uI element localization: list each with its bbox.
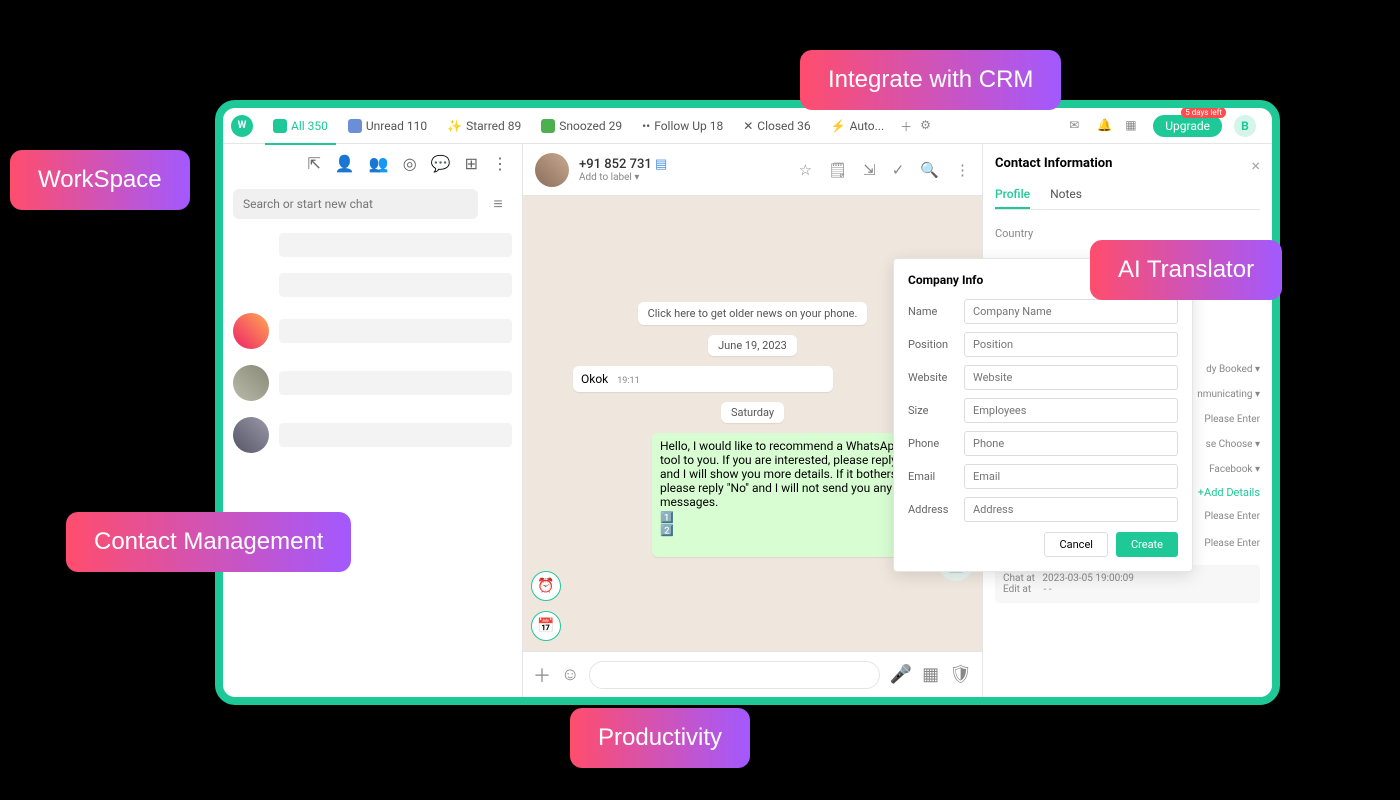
label-phone: Phone xyxy=(908,437,964,450)
chat-header: +91 852 731 ▤ Add to label ▾ ☆ 🗒 ⇲ ✓ 🔍 ⋮ xyxy=(523,144,982,196)
tab-notes[interactable]: Notes xyxy=(1050,181,1082,209)
settings-icon[interactable]: ⚙ xyxy=(920,118,936,134)
tab-all[interactable]: All 350 xyxy=(265,115,336,145)
search-icon[interactable]: 🔍 xyxy=(920,161,939,179)
message-input[interactable] xyxy=(589,661,879,689)
tab-snoozed[interactable]: Snoozed 29 xyxy=(533,115,630,137)
contact-avatar[interactable] xyxy=(535,153,569,187)
mic-icon[interactable]: 🎤 xyxy=(890,664,912,685)
composer: ＋ ☺ 🎤 ▦ 🛡 xyxy=(523,651,982,697)
input-company-name[interactable] xyxy=(964,299,1178,324)
label-position: Position xyxy=(908,338,964,351)
list-item[interactable] xyxy=(223,305,522,357)
app-logo: W xyxy=(231,115,253,137)
list-item[interactable] xyxy=(223,225,522,265)
cancel-button[interactable]: Cancel xyxy=(1044,532,1107,557)
plus-icon[interactable]: ＋ xyxy=(533,662,551,688)
open-icon[interactable]: ⇱ xyxy=(307,154,320,173)
chat-plus-icon[interactable]: 💬 xyxy=(431,154,451,173)
date-pill: June 19, 2023 xyxy=(708,335,797,356)
tab-followup[interactable]: ••Follow Up 18 xyxy=(634,115,731,137)
tab-starred[interactable]: ✨Starred 89 xyxy=(439,115,529,137)
company-info-modal: Company Info Name Position Website Size … xyxy=(893,258,1193,572)
date-pill: Saturday xyxy=(721,402,784,423)
input-size[interactable] xyxy=(964,398,1178,423)
tab-unread[interactable]: Unread 110 xyxy=(340,115,435,137)
top-tab-bar: W All 350 Unread 110 ✨Starred 89 Snoozed… xyxy=(223,108,1272,144)
input-email[interactable] xyxy=(964,464,1178,489)
filter-icon[interactable]: ≡ xyxy=(484,189,512,219)
template-icon[interactable]: ▦ xyxy=(922,664,939,685)
sidebar: ⇱ 👤 👥 ◎ 💬 ⊞ ⋮ ≡ xyxy=(223,144,523,697)
input-address[interactable] xyxy=(964,497,1178,522)
label-website: Website xyxy=(908,371,964,384)
chat-list xyxy=(223,225,522,697)
panel-title: Contact Information xyxy=(995,156,1260,171)
upgrade-badge: 5 days left xyxy=(1181,107,1226,118)
upgrade-button[interactable]: Upgrade 5 days left xyxy=(1153,115,1222,137)
more-icon[interactable]: ⋮ xyxy=(955,161,970,179)
label-size: Size xyxy=(908,404,964,417)
star-icon: ✨ xyxy=(447,119,462,133)
person-add-icon[interactable]: 👤 xyxy=(335,154,355,173)
list-item[interactable] xyxy=(223,357,522,409)
export-icon[interactable]: ⇲ xyxy=(863,161,876,179)
close-icon[interactable]: × xyxy=(1251,156,1260,175)
tab-profile[interactable]: Profile xyxy=(995,181,1030,209)
bars-icon xyxy=(273,119,287,133)
sidebar-toolbar: ⇱ 👤 👥 ◎ 💬 ⊞ ⋮ xyxy=(223,144,522,183)
unread-icon xyxy=(348,119,362,133)
label-name: Name xyxy=(908,305,964,318)
closed-icon: ✕ xyxy=(743,119,753,133)
tag-contact-management: Contact Management xyxy=(66,512,351,572)
label-address: Address xyxy=(908,503,964,516)
snooze-icon xyxy=(541,119,555,133)
emoji-icon[interactable]: ☺ xyxy=(561,664,579,685)
followup-icon: •• xyxy=(642,119,650,133)
search-input[interactable] xyxy=(233,189,478,219)
group-icon[interactable]: 👥 xyxy=(369,154,389,173)
create-button[interactable]: Create xyxy=(1116,532,1178,557)
tag-workspace: WorkSpace xyxy=(10,150,190,210)
older-news-pill[interactable]: Click here to get older news on your pho… xyxy=(638,302,868,325)
note-icon[interactable]: 🗒 xyxy=(828,161,847,179)
contact-name: +91 852 731 ▤ xyxy=(579,157,789,172)
add-icon[interactable]: ⊞ xyxy=(465,154,478,173)
list-item[interactable] xyxy=(223,265,522,305)
plus-icon[interactable]: ＋ xyxy=(900,118,916,134)
app-window: W All 350 Unread 110 ✨Starred 89 Snoozed… xyxy=(215,100,1280,705)
input-phone[interactable] xyxy=(964,431,1178,456)
check-icon[interactable]: ✓ xyxy=(892,161,905,179)
target-icon[interactable]: ◎ xyxy=(403,154,417,173)
star-icon[interactable]: ☆ xyxy=(799,161,812,179)
grid-icon[interactable]: ▦ xyxy=(1125,118,1141,134)
label-email: Email xyxy=(908,470,964,483)
shield-icon[interactable]: 🛡 xyxy=(949,664,972,685)
input-position[interactable] xyxy=(964,332,1178,357)
calendar-button[interactable]: 📅 xyxy=(531,611,561,641)
tag-ai-translator: AI Translator xyxy=(1090,240,1282,300)
input-website[interactable] xyxy=(964,365,1178,390)
alarm-button[interactable]: ⏰ xyxy=(531,571,561,601)
bolt-icon: ⚡ xyxy=(831,119,846,133)
bell-icon[interactable]: 🔔 xyxy=(1097,118,1113,134)
inbox-icon[interactable]: ✉ xyxy=(1069,118,1085,134)
tag-integrate-crm: Integrate with CRM xyxy=(800,50,1061,110)
tab-auto[interactable]: ⚡Auto... xyxy=(823,115,892,137)
user-avatar[interactable]: B xyxy=(1234,115,1256,137)
add-label-link[interactable]: Add to label ▾ xyxy=(579,172,789,183)
list-item[interactable] xyxy=(223,409,522,461)
tag-productivity: Productivity xyxy=(570,708,750,768)
message-in: Okok 19:11 xyxy=(573,366,833,392)
more-icon[interactable]: ⋮ xyxy=(492,154,508,173)
tab-closed[interactable]: ✕Closed 36 xyxy=(735,115,818,137)
